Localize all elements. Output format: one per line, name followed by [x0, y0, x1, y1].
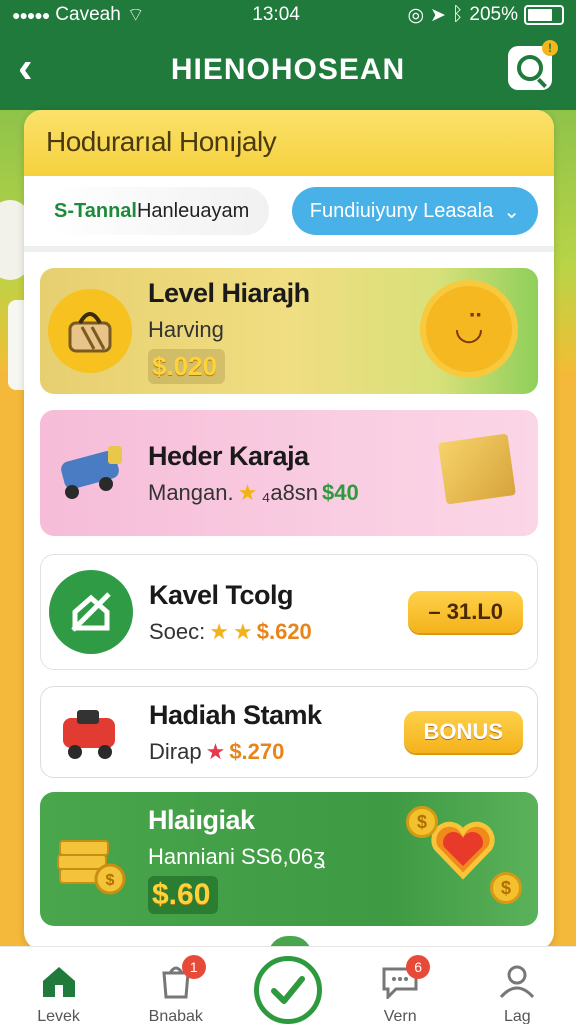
card-subtitle: Harving: [148, 317, 224, 342]
card-price: $.60: [148, 875, 219, 914]
card-title: Hadiah Stamk: [149, 699, 322, 730]
coin-icon: $: [406, 806, 438, 838]
signal-dots-icon: ●●●●●: [12, 7, 50, 23]
heart-coin-icon: [428, 816, 498, 886]
user-icon: [500, 965, 535, 999]
card-title: Kavel Tcolg: [149, 579, 294, 610]
nav-label: Vern: [383, 1008, 417, 1024]
wifi-icon: ⌔: [126, 5, 145, 26]
redeem-button[interactable]: – 31.L0: [408, 591, 523, 633]
nav-profile[interactable]: Lag: [467, 947, 567, 1024]
card-subtitle: Dirap: [149, 738, 202, 764]
nav-messages[interactable]: 6 Vern: [350, 947, 450, 1024]
sort-label: Fundiuiyuny Leasala: [309, 199, 494, 222]
card-value: $.270: [229, 738, 285, 764]
search-icon: [517, 55, 543, 81]
no-house-icon: [49, 570, 133, 654]
status-left: ●●●●● Caveah ⌔: [12, 3, 145, 27]
card-subtitle: Hanniani SS6,06ʓ: [148, 843, 326, 869]
battery-icon: [523, 5, 564, 25]
nav-label: Bnabak: [148, 1008, 203, 1024]
card-price: $.020: [148, 349, 226, 384]
nav-shop[interactable]: 1 Bnabak: [126, 947, 226, 1024]
page-title: HIENOHOSEAN: [170, 53, 406, 86]
battery-percent: 205%: [469, 4, 518, 25]
basket-icon: [48, 289, 132, 373]
red-toy-car-icon: [49, 690, 133, 774]
svg-text:$: $: [106, 872, 115, 889]
sort-dropdown[interactable]: Fundiuiyuny Leasala ⌄: [291, 187, 538, 235]
bonus-button[interactable]: BONUS: [403, 711, 523, 753]
nav-badge: 1: [181, 955, 206, 979]
coin-stack-icon: $: [48, 817, 132, 901]
gift-envelope-icon: [438, 433, 516, 505]
alarm-icon: ◎: [407, 4, 425, 26]
nav-badge: 6: [406, 955, 431, 979]
chevron-down-icon: ⌄: [503, 200, 520, 223]
checkmark-icon: [271, 976, 305, 1004]
card-meta: Mangan. ★ ₄a8sn $40: [148, 480, 359, 506]
card-reward: $40: [322, 479, 359, 505]
category-prefix: S-Tannal: [54, 199, 137, 222]
star-icon: ★: [237, 479, 258, 505]
reward-card-1[interactable]: Level Hiarajh Harving $.020 ◡̈: [40, 268, 538, 394]
reward-card-3[interactable]: Kavel Tcolg Soec: ★ ★ $.620 – 31.L0: [40, 554, 538, 670]
nav-label: Lag: [503, 1008, 531, 1024]
back-arrow-icon[interactable]: ‹: [18, 46, 62, 92]
status-right: ◎ ➤ ᛒ 205%: [407, 4, 564, 27]
panel-title: Hodurarıal Honıjaly: [46, 126, 277, 157]
category-filter-pill[interactable]: S-Tannal Hanleuayam: [46, 187, 270, 235]
filter-bar: S-Tannal Hanleuayam Fundiuiyuny Leasala …: [24, 176, 554, 252]
card-subtitle: Soec:: [149, 618, 206, 644]
card-title: Heder Karaja: [148, 440, 309, 471]
card-subtitle: Mangan.: [148, 479, 234, 505]
card-value: ₄a8sn: [261, 479, 319, 505]
location-icon: ➤: [430, 4, 446, 26]
reward-card-2[interactable]: Heder Karaja Mangan. ★ ₄a8sn $40: [40, 410, 538, 536]
search-notification-button[interactable]: !: [508, 40, 558, 90]
reward-card-4[interactable]: Hadiah Stamk Dirap ★ $.270 BONUS: [40, 686, 538, 778]
skateboard-toy-icon: [48, 431, 132, 515]
nav-home[interactable]: Levek: [9, 947, 109, 1024]
card-meta: Dirap ★ $.270: [149, 739, 322, 765]
category-label: Hanleuayam: [136, 199, 250, 222]
nav-label: Levek: [37, 1008, 80, 1024]
card-value: $.620: [256, 618, 312, 644]
app-bar: ‹ HIENOHOSEAN !: [0, 30, 576, 110]
reward-card-5[interactable]: $ Hlaiıgiak Hanniani SS6,06ʓ $.60 $ $: [40, 792, 538, 926]
rewards-panel: Hodurarıal Honıjaly S-Tannal Hanleuayam …: [24, 110, 554, 950]
center-check-button[interactable]: [254, 956, 322, 1024]
star-icon: ★: [205, 738, 226, 764]
star-icon: ★: [233, 618, 253, 644]
card-title: Level Hiarajh: [148, 278, 310, 308]
panel-header: Hodurarıal Honıjaly: [24, 110, 554, 176]
card-meta: Soec: ★ ★ $.620: [149, 619, 312, 645]
status-bar: ●●●●● Caveah ⌔ 13:04 ◎ ➤ ᛒ 205%: [0, 0, 576, 30]
smiling-sun-icon: ◡̈: [426, 286, 512, 372]
star-icon: ★: [209, 618, 229, 644]
carrier-label: Caveah: [55, 4, 121, 25]
bluetooth-icon: ᛒ: [451, 4, 464, 25]
coin-icon: $: [490, 872, 522, 904]
card-title: Hlaiıgiak: [148, 804, 255, 835]
status-time: 13:04: [252, 4, 300, 25]
home-icon: [42, 967, 75, 997]
notification-badge: !: [542, 40, 558, 56]
